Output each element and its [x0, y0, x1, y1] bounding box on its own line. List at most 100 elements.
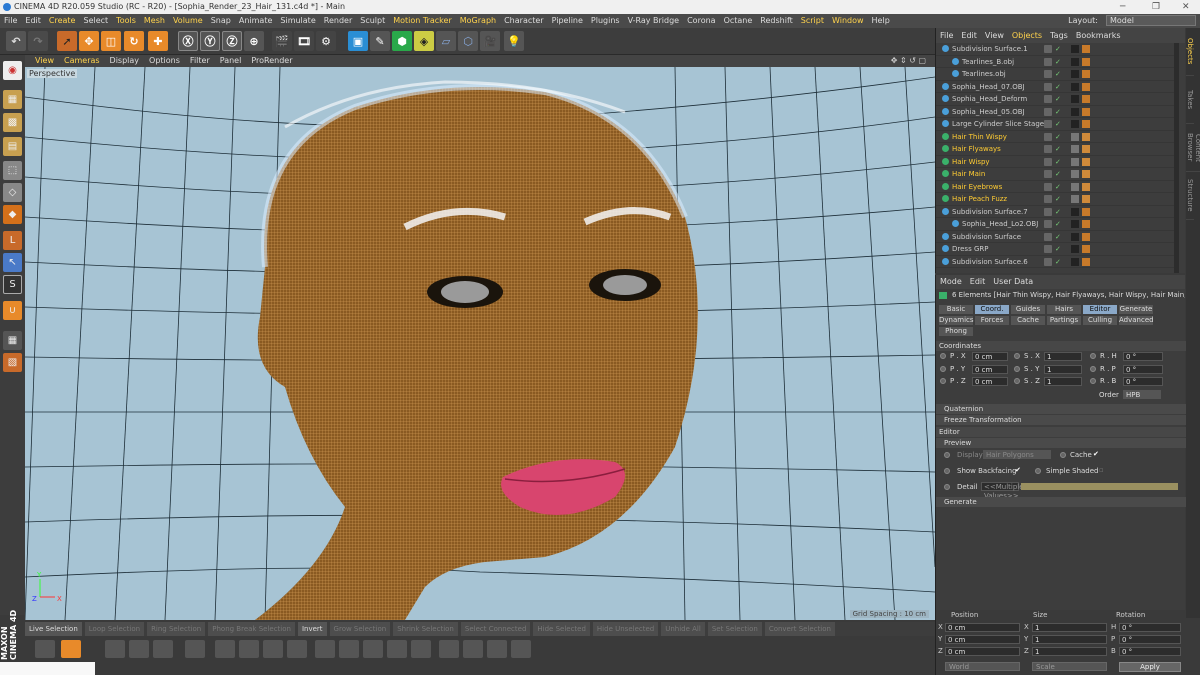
enabled-check-icon[interactable]: ✓: [1055, 231, 1061, 244]
menu-v-ray-bridge[interactable]: V-Ray Bridge: [624, 14, 684, 28]
undo-icon[interactable]: ↶: [6, 31, 26, 51]
rotation-input[interactable]: 0 °: [1119, 647, 1181, 656]
object-row[interactable]: Hair Main ✓: [936, 168, 1176, 181]
menu-tools[interactable]: Tools: [112, 14, 140, 28]
material-tag-icon[interactable]: [1071, 45, 1079, 53]
enabled-check-icon[interactable]: ✓: [1055, 143, 1061, 156]
s-input[interactable]: 1: [1044, 377, 1082, 386]
stitch-icon[interactable]: [363, 640, 383, 658]
object-row[interactable]: Sophia_Head_Lo2.OBJ ✓: [936, 218, 1176, 231]
texture-tag-icon[interactable]: [1082, 57, 1090, 66]
r-radio[interactable]: [1090, 378, 1096, 384]
menu-plugins[interactable]: Plugins: [587, 14, 624, 28]
object-row[interactable]: Hair Eyebrows ✓: [936, 181, 1176, 193]
visibility-toggle[interactable]: [1044, 157, 1052, 166]
visibility-toggle[interactable]: [1044, 195, 1052, 203]
selection-select-connected[interactable]: Select Connected: [460, 622, 531, 636]
object-list-scrollbar[interactable]: [1174, 43, 1179, 273]
enabled-check-icon[interactable]: ✓: [1055, 243, 1061, 256]
cube-tool-icon[interactable]: [153, 640, 173, 658]
side-tab-takes[interactable]: Takes: [1186, 76, 1194, 124]
move-tool-icon[interactable]: ✥: [79, 31, 99, 51]
attribute-menu-mode[interactable]: Mode: [936, 275, 966, 289]
tab-dynamics[interactable]: Dynamics: [939, 316, 974, 325]
material-tag-icon[interactable]: [1071, 245, 1079, 253]
object-row[interactable]: Large Cylinder Slice Stage ✓: [936, 118, 1176, 131]
p-radio[interactable]: [940, 365, 946, 372]
cache-radio[interactable]: [1060, 452, 1066, 458]
position-input[interactable]: 0 cm: [945, 647, 1020, 656]
timeline-tool-icon[interactable]: [35, 640, 55, 658]
tab-coord[interactable]: Coord.: [975, 305, 1009, 314]
object-row[interactable]: Hair Wispy ✓: [936, 156, 1176, 168]
spline-pen-icon[interactable]: ✎: [370, 31, 390, 51]
selection-invert[interactable]: Invert: [297, 622, 327, 636]
visibility-toggle[interactable]: [1044, 220, 1052, 228]
enabled-check-icon[interactable]: ✓: [1055, 256, 1061, 269]
p-radio[interactable]: [940, 353, 946, 359]
model-mode-icon[interactable]: ▦: [3, 90, 22, 109]
scale-tool-icon[interactable]: ◫: [101, 31, 121, 51]
enabled-check-icon[interactable]: ✓: [1055, 206, 1061, 219]
deformer-icon[interactable]: ◈: [414, 31, 434, 51]
visibility-toggle[interactable]: [1044, 70, 1052, 78]
selection-shrink-selection[interactable]: Shrink Selection: [393, 622, 458, 636]
texture-tag-icon[interactable]: [1082, 257, 1090, 266]
mograph-icon[interactable]: ⬡: [458, 31, 478, 51]
render-settings-icon[interactable]: ⚙: [316, 31, 336, 51]
s-radio[interactable]: [1014, 353, 1020, 359]
selection-live-selection[interactable]: Live Selection: [25, 622, 82, 636]
slide-icon[interactable]: [439, 640, 459, 658]
viewport-navigation-icon[interactable]: ✥ ⇕ ↺ ▢: [886, 55, 931, 67]
material-tag-icon[interactable]: [1071, 182, 1079, 191]
material-tag-icon[interactable]: [1071, 157, 1079, 166]
object-row[interactable]: Dress GRP ✓: [936, 243, 1176, 256]
tab-guides[interactable]: Guides: [1011, 305, 1045, 314]
apply-button[interactable]: Apply: [1119, 662, 1181, 672]
weld-icon[interactable]: [339, 640, 359, 658]
tab-basic[interactable]: Basic: [939, 305, 973, 314]
render-view-icon[interactable]: 🎬: [272, 31, 292, 51]
s-radio[interactable]: [1014, 365, 1020, 372]
material-tag-icon[interactable]: [1071, 195, 1079, 203]
selection-phong-break-selection[interactable]: Phong Break Selection: [208, 622, 295, 636]
redo-icon[interactable]: ↷: [28, 31, 48, 51]
object-row[interactable]: Sophia_Head_05.OBJ ✓: [936, 106, 1176, 118]
object-row[interactable]: Hair Thin Wispy ✓: [936, 131, 1176, 143]
p-input[interactable]: 0 cm: [972, 377, 1008, 386]
object-row[interactable]: Tearlines_B.obj ✓: [936, 56, 1176, 68]
snapping-icon[interactable]: S: [3, 275, 22, 294]
points-mode-icon[interactable]: ⬚: [3, 161, 22, 180]
display-radio[interactable]: [944, 452, 950, 458]
menu-sculpt[interactable]: Sculpt: [356, 14, 389, 28]
detail-slider[interactable]: [1021, 483, 1178, 490]
viewport-menu-filter[interactable]: Filter: [185, 55, 215, 67]
detail-input[interactable]: <<Multiple Values>>: [981, 482, 1024, 500]
menu-motion-tracker[interactable]: Motion Tracker: [389, 14, 456, 28]
side-tab-structure[interactable]: Structure: [1186, 172, 1194, 220]
size-input[interactable]: 1: [1032, 647, 1107, 656]
cube-primitive-icon[interactable]: ▣: [348, 31, 368, 51]
tab-editor[interactable]: Editor: [1083, 305, 1117, 314]
enabled-check-icon[interactable]: ✓: [1055, 218, 1061, 231]
polygons-mode-icon[interactable]: ◆: [3, 205, 22, 224]
texture-tag-icon[interactable]: [1082, 195, 1090, 203]
object-menu-objects[interactable]: Objects: [1008, 28, 1046, 43]
menu-script[interactable]: Script: [797, 14, 828, 28]
viewport-menu-options[interactable]: Options: [144, 55, 185, 67]
object-row[interactable]: Subdivision Surface.6 ✓: [936, 256, 1176, 269]
order-select[interactable]: HPB: [1123, 390, 1161, 399]
r-radio[interactable]: [1090, 365, 1096, 372]
make-editable-icon[interactable]: ◉: [3, 61, 22, 80]
texture-tag-icon[interactable]: [1082, 107, 1090, 116]
size-mode-select[interactable]: Scale: [1032, 662, 1107, 671]
cache-checkbox[interactable]: ✔: [1093, 450, 1099, 459]
material-tag-icon[interactable]: [1071, 220, 1079, 228]
tab-cache[interactable]: Cache: [1011, 316, 1045, 325]
s-input[interactable]: 1: [1044, 364, 1082, 374]
enabled-check-icon[interactable]: ✓: [1055, 43, 1061, 56]
menu-create[interactable]: Create: [45, 14, 80, 28]
tab-advanced[interactable]: Advanced: [1119, 316, 1154, 325]
add-point-icon[interactable]: [487, 640, 507, 658]
texture-tag-icon[interactable]: [1082, 145, 1090, 153]
